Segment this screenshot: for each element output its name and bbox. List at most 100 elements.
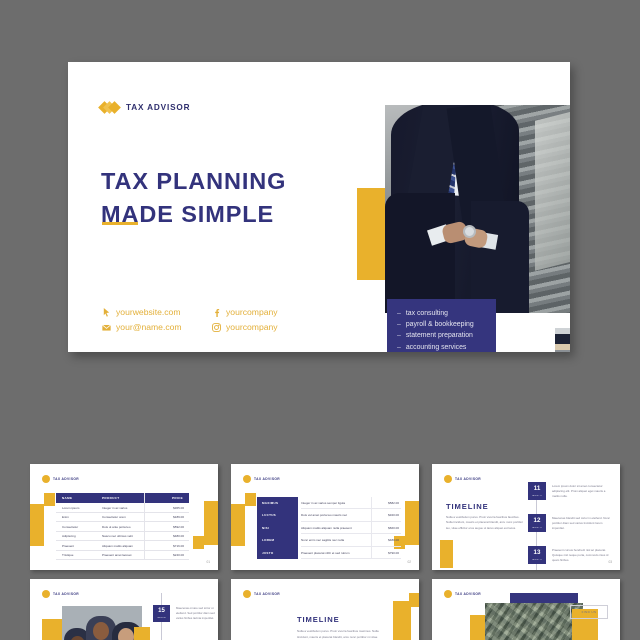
contact-instagram[interactable]: yourcompany: [212, 322, 278, 332]
decorative-yellow-block-left: [357, 188, 386, 280]
hero-title-line1: TAX PLANNING: [101, 168, 287, 194]
thumbnail-timeline-slide-centered[interactable]: TAX ADVISOR TIMELINE Nulla a vestibulum …: [231, 579, 419, 640]
timeline-node-sub: MONTH: [532, 495, 542, 497]
cell-desc: Aliquam mattis aliquam nulla praesent: [301, 525, 352, 530]
decorative-yellow-block: [134, 627, 150, 640]
brand-name: TAX ADVISOR: [455, 477, 482, 481]
diamond-logo-icon: [42, 475, 50, 483]
hero-slide[interactable]: TAX ADVISOR TAX PLANNING MADE SIMPLE you…: [68, 62, 570, 352]
cell-name: Tristique: [62, 553, 74, 558]
column-header-name: NAME: [62, 496, 73, 500]
cell-price: $480.00: [388, 538, 399, 543]
cell-price: $365.00: [173, 505, 184, 510]
cell-name: Consectetur: [62, 524, 79, 529]
cell-desc: Nunc enim nec sagittis nec nulla: [301, 538, 345, 543]
find-us-button[interactable]: FIND US: [570, 605, 608, 619]
column-header-product: PRODUCT: [102, 496, 120, 500]
timeline-node: 15 MONTH: [153, 605, 170, 622]
decorative-yellow-block: [30, 504, 44, 546]
thumbnail-dark-label-table-slide[interactable]: TAX ADVISOR MAXIMUS LUCTUS NISI LOREM JU…: [231, 464, 419, 570]
service-label: tax consulting: [405, 310, 448, 317]
thumbnail-money-cover-slide[interactable]: TAX ADVISOR FIND US 06: [432, 579, 620, 640]
cell-price: $189.00: [173, 515, 184, 520]
decorative-yellow-block: [193, 536, 204, 549]
cell-name: Praesent: [62, 543, 75, 548]
thumb-brand-logo: TAX ADVISOR: [444, 590, 481, 598]
contact-list: yourwebsite.com yourcompany your@name.co…: [102, 307, 278, 332]
service-label: payroll & bookkeeping: [405, 321, 474, 329]
table-row: Duis vel amet porta leo mauris nec $320.0…: [301, 509, 401, 522]
contact-website[interactable]: yourwebsite.com: [102, 307, 204, 317]
row-label: NISI: [262, 525, 270, 530]
instagram-icon: [212, 322, 221, 332]
row-label: JUSTO: [262, 550, 274, 555]
decorative-yellow-block: [231, 504, 245, 546]
envelope-icon: [102, 324, 111, 331]
timeline-node-text: Lorem ipsum dolor sit amet consectetur a…: [552, 484, 606, 499]
brand-name: TAX ADVISOR: [254, 477, 281, 481]
table-row: Tristique Praesent amet laoreet $240.00: [56, 551, 189, 560]
thumb-brand-logo: TAX ADVISOR: [42, 475, 79, 483]
facebook-icon: [215, 308, 220, 317]
thumbnail-grid: TAX ADVISOR NAME PRODUCT PRICE Lorem ips…: [30, 464, 620, 640]
table-row: Praesent placerat nibh et sed rutrum $790…: [301, 547, 401, 559]
money-photo: [485, 603, 583, 640]
service-item: – statement preparation: [397, 330, 486, 341]
thumbnail-timeline-slide-right[interactable]: TAX ADVISOR TIMELINE Nulla a vestibulum …: [432, 464, 620, 570]
timeline-node-sub: MONTH: [532, 559, 542, 561]
decorative-yellow-block: [204, 501, 218, 545]
cell-price: $320.00: [388, 513, 399, 518]
table-header-row: NAME PRODUCT PRICE: [56, 493, 189, 503]
decorative-yellow-block: [42, 619, 64, 640]
timeline-node-number: 12: [533, 517, 541, 524]
table-row: Aliquam mattis aliquam nulla praesent $66…: [301, 522, 401, 535]
presentation-preview-canvas: TAX ADVISOR TAX PLANNING MADE SIMPLE you…: [0, 0, 640, 640]
hero-title-line2: MADE SIMPLE: [101, 201, 275, 228]
timeline-node-text: Praesent cursus hendrerit nisl ac placer…: [552, 548, 609, 563]
diamond-logo-icon: [444, 590, 452, 598]
brand-name: TAX ADVISOR: [53, 477, 80, 481]
brand-name: TAX ADVISOR: [53, 592, 80, 596]
contact-instagram-label: yourcompany: [226, 322, 278, 332]
thumbnail-team-timeline-slide[interactable]: TAX ADVISOR 15 MONTH Maecenas ornare sed…: [30, 579, 218, 640]
timeline-node-sub: MONTH: [532, 527, 542, 529]
cell-price: $582.00: [388, 501, 399, 505]
contact-facebook[interactable]: yourcompany: [212, 307, 278, 317]
slide-title: TIMELINE: [297, 615, 340, 624]
service-label: statement preparation: [405, 332, 473, 340]
table-row: Enim Consectetur orem $189.00: [56, 513, 189, 522]
table-row: Consectetur Duis ut ante porta leo $592.00: [56, 522, 189, 532]
brand-name: TAX ADVISOR: [126, 103, 191, 112]
table-label-column: MAXIMUS LUCTUS NISI LOREM JUSTO: [257, 497, 298, 559]
service-item: – payroll & bookkeeping: [397, 319, 486, 330]
cell-price: $240.00: [173, 553, 184, 558]
page-number: 03: [608, 560, 612, 564]
decorative-yellow-block: [245, 493, 256, 506]
title-underline-rule: [102, 222, 138, 225]
team-photo: [62, 606, 142, 640]
cell-name: Enim: [62, 515, 69, 520]
row-label: LUCTUS: [262, 513, 276, 518]
slide-body-text: Nulla a vestibulum purus. Proin viverra …: [297, 629, 379, 639]
thumb-brand-logo: TAX ADVISOR: [243, 590, 280, 598]
service-label: accounting services: [405, 343, 467, 351]
cell-product: Duis ut ante porta leo: [102, 524, 131, 529]
timeline-node-number: 15: [158, 608, 165, 614]
contact-email[interactable]: your@name.com: [102, 322, 204, 332]
decorative-photo-strip: [555, 328, 570, 352]
table-row: Praesent Aliquam mattis aliquam $716.00: [56, 541, 189, 551]
thumbnail-price-table-slide[interactable]: TAX ADVISOR NAME PRODUCT PRICE Lorem ips…: [30, 464, 218, 570]
table-row: Lorem ipsum Integer in ac varius $365.00: [56, 503, 189, 513]
service-item: – tax consulting: [397, 308, 486, 319]
timeline-node-number: 13: [533, 549, 541, 556]
table-body: Lorem ipsum Integer in ac varius $365.00 E…: [56, 503, 189, 560]
cell-price: $716.00: [173, 543, 184, 548]
cell-name: Adipiscing: [62, 534, 76, 539]
page-number: 01: [206, 560, 210, 564]
row-label: MAXIMUS: [262, 501, 279, 505]
thumb-brand-logo: TAX ADVISOR: [444, 475, 481, 483]
thumb-brand-logo: TAX ADVISOR: [42, 590, 79, 598]
brand-name: TAX ADVISOR: [455, 592, 482, 596]
services-list: – tax consulting – payroll & bookkeeping –…: [387, 299, 496, 352]
contact-email-label: your@name.com: [116, 322, 182, 332]
